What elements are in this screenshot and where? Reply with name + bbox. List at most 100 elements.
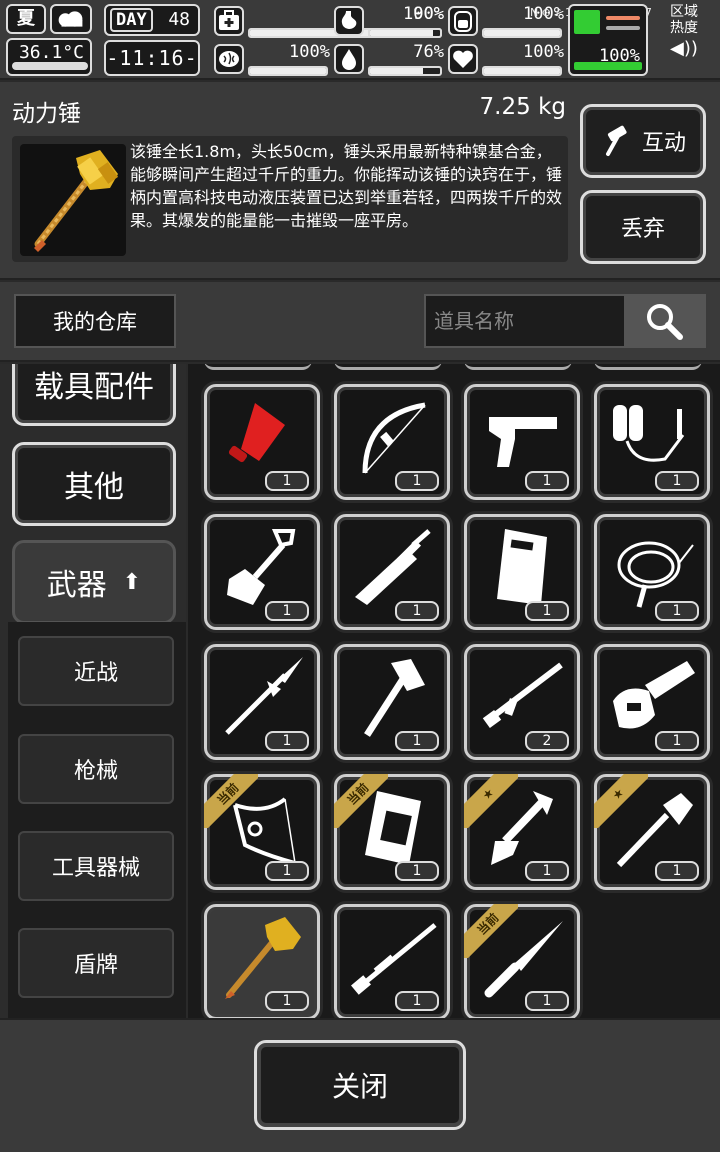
broadsword-icon (355, 529, 431, 605)
item-count: 1 (525, 991, 569, 1011)
day-number: 48 (168, 9, 190, 30)
bow-icon (362, 402, 426, 474)
power-hammer-icon (225, 917, 301, 999)
item-slot-dagger[interactable]: 当前 1 (464, 904, 580, 1018)
item-slot-machete[interactable]: ★ 1 (464, 774, 580, 890)
riot-shield-icon (497, 529, 547, 605)
zone-heat-label: 区域热度 (670, 4, 698, 36)
bottom-bar: 关闭 (0, 1018, 720, 1152)
item-count: 1 (395, 601, 439, 621)
season-indicator: 夏 (6, 4, 46, 34)
search-button[interactable] (624, 296, 704, 346)
stat-mood: 100% (214, 42, 330, 78)
search-icon (647, 304, 683, 340)
item-count: 1 (395, 861, 439, 881)
subcategory-shields[interactable]: 盾牌 (18, 928, 174, 998)
item-slot-pistol[interactable]: 1 (464, 384, 580, 500)
stat-heart: 100% (448, 42, 564, 78)
category-weapons[interactable]: 武器 ⬆ (12, 540, 176, 624)
spade-icon (616, 793, 693, 868)
discard-label: 丢弃 (620, 217, 665, 242)
item-count: 2 (525, 731, 569, 751)
cleaver-icon (228, 403, 285, 463)
item-count: 1 (265, 861, 309, 881)
item-slot-spear[interactable]: 1 (204, 644, 320, 760)
search-row: 我的仓库 (0, 282, 720, 362)
temperature-display: 36.1°C (6, 38, 92, 76)
item-slot-axe[interactable]: 1 (334, 644, 450, 760)
stat-value: 100% (523, 42, 564, 62)
item-count: 1 (655, 861, 699, 881)
item-slot-riot-shield[interactable]: 1 (464, 514, 580, 630)
stat-bar (248, 66, 328, 76)
subcategory-melee[interactable]: 近战 (18, 636, 174, 706)
close-button[interactable]: 关闭 (254, 1040, 466, 1130)
heart-icon (448, 44, 478, 74)
item-slot-armored-shield[interactable]: 当前 1 (334, 774, 450, 890)
stat-value: 76% (413, 42, 444, 62)
subcategory-tools[interactable]: 工具器械 (18, 831, 174, 901)
whip-icon (617, 541, 694, 608)
stat-value: 100% (289, 42, 330, 62)
item-count: 1 (525, 471, 569, 491)
item-slot-bow[interactable]: 1 (334, 384, 450, 500)
item-slot-flamethrower[interactable]: 1 (594, 384, 710, 500)
stat-bar (368, 66, 442, 76)
item-count: 1 (395, 471, 439, 491)
item-slot-rifle[interactable]: 2 (464, 644, 580, 760)
zone-heat-button[interactable]: 区域热度 ◀)) (652, 4, 716, 76)
interact-button[interactable]: 互动 (580, 104, 706, 178)
device-battery: 100% (568, 4, 648, 76)
item-slot-cleaver[interactable]: 1 (204, 384, 320, 500)
category-label: 武器 (46, 568, 107, 603)
item-slot-broadsword[interactable]: 1 (334, 514, 450, 630)
category-vehicle-parts[interactable]: 载具配件 (12, 364, 176, 426)
axe-icon (364, 659, 425, 737)
item-slot-whip[interactable]: 1 (594, 514, 710, 630)
item-slot-shovel[interactable]: 1 (204, 514, 320, 630)
item-slot-spade[interactable]: ★ 1 (594, 774, 710, 890)
hammer-hand-icon (605, 125, 627, 156)
arrow-up-icon: ⬆ (122, 569, 142, 595)
item-description-box: 该锤全长1.8m，头长50cm，锤头采用最新特种镍基合金，能够瞬间产生超过千斤的… (12, 136, 568, 262)
item-count: 1 (395, 991, 439, 1011)
item-count: 1 (525, 601, 569, 621)
stat-bar (482, 66, 562, 76)
my-warehouse-button[interactable]: 我的仓库 (14, 294, 176, 348)
discard-button[interactable]: 丢弃 (580, 190, 706, 264)
item-slot-sniper-rifle[interactable]: 1 (334, 904, 450, 1018)
category-sidebar: 载具配件 其他 武器 ⬆ 近战 枪械 工具器械 盾牌 (0, 364, 186, 1018)
shovel-icon (227, 529, 296, 605)
day-label: DAY (110, 8, 153, 32)
item-count: 1 (265, 731, 309, 751)
item-detail-panel: 动力锤 7.25 kg 该锤全长1.8m，头长50cm，锤头采用最新特种镍基合金… (0, 82, 720, 280)
search-box (424, 294, 706, 348)
interact-label: 互动 (641, 131, 686, 156)
battery-icon (574, 10, 600, 34)
category-other[interactable]: 其他 (12, 442, 176, 526)
status-bar: 夏 36.1°C DAY 48 -11:16- 100% 90% 100% 10… (0, 0, 720, 80)
previous-row-edge (188, 364, 720, 376)
game-clock: -11:16- (104, 40, 200, 76)
item-grid: 1 1 1 1 1 1 1 1 1 1 2 1 当前 1 当前 1 ★ 1 ★ … (188, 364, 720, 1018)
medkit-icon (214, 6, 244, 36)
item-weight: 7.25 kg (479, 94, 566, 120)
battery-stat-icon (448, 6, 478, 36)
chainsaw-icon (613, 661, 695, 729)
item-slot-compound-bow[interactable]: 当前 1 (204, 774, 320, 890)
subcategory-firearms[interactable]: 枪械 (18, 734, 174, 804)
dagger-icon (484, 921, 563, 998)
item-count: 1 (265, 991, 309, 1011)
item-description: 该锤全长1.8m，头长50cm，锤头采用最新特种镍基合金，能够瞬间产生超过千斤的… (130, 142, 563, 230)
item-search-input[interactable] (426, 296, 626, 346)
speaker-icon[interactable]: ◀)) (652, 38, 716, 59)
item-count: 1 (655, 601, 699, 621)
stat-value: 90% (413, 4, 444, 24)
item-slot-chainsaw[interactable]: 1 (594, 644, 710, 760)
brain-icon (214, 44, 244, 74)
machete-icon (491, 791, 553, 865)
item-count: 1 (265, 601, 309, 621)
sniper-rifle-icon (351, 923, 437, 995)
item-slot-power-hammer[interactable]: 1 (204, 904, 320, 1018)
stat-bar (368, 28, 442, 38)
